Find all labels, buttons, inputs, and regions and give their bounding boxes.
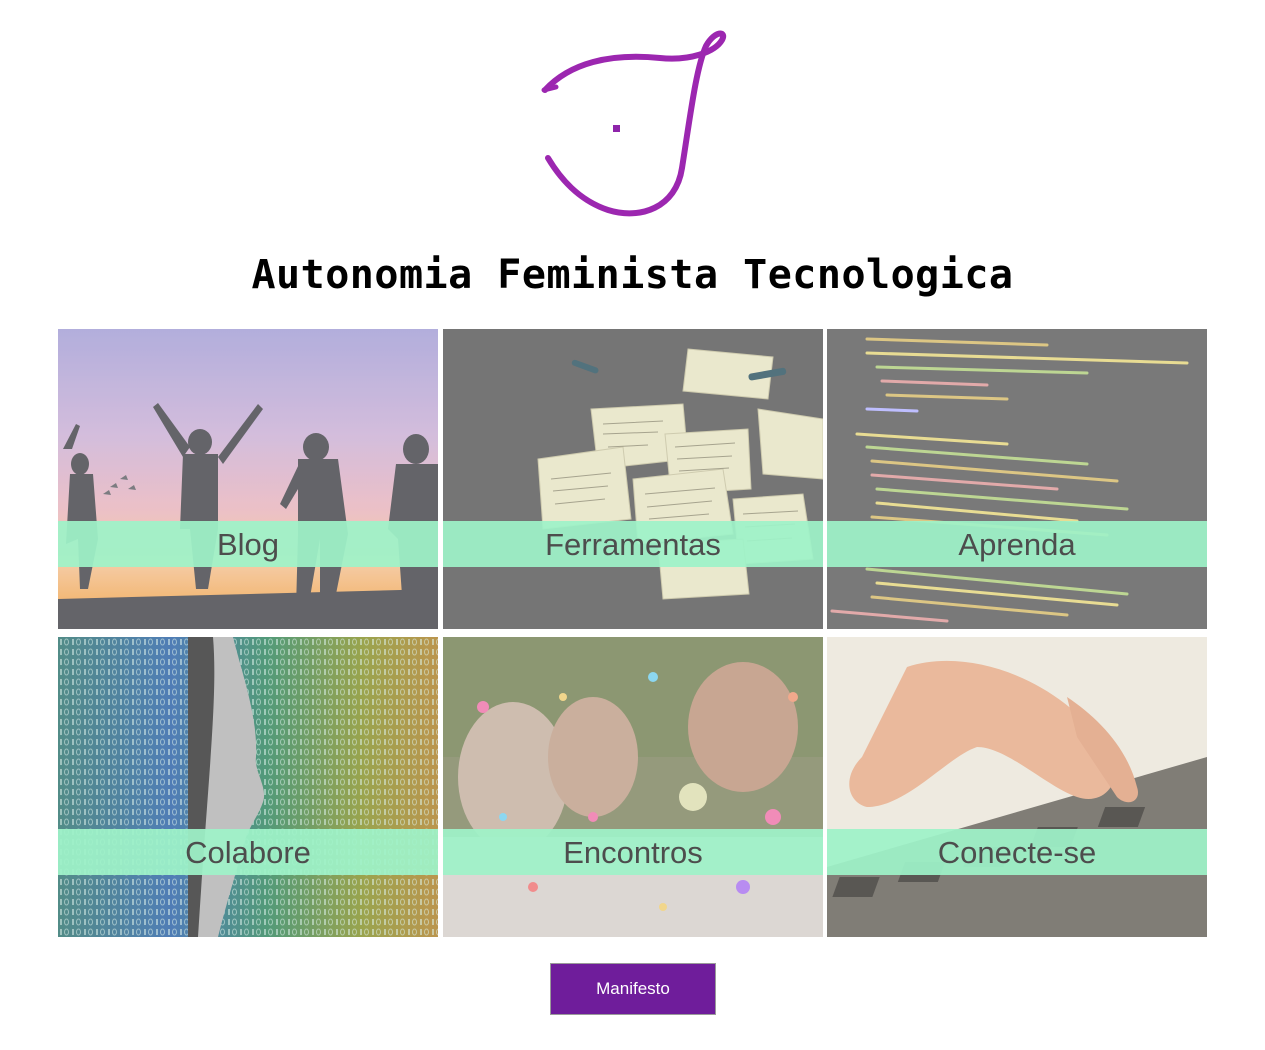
site-title: Autonomia Feminista Tecnologica bbox=[251, 252, 1014, 298]
landing-page: Autonomia Feminista Tecnologica Blog Fer… bbox=[0, 0, 1265, 1050]
tile-blog[interactable]: Blog bbox=[58, 329, 438, 629]
tile-label-band: Blog bbox=[58, 521, 438, 567]
confetti-women-image bbox=[443, 637, 823, 937]
tile-label: Conecte-se bbox=[937, 834, 1097, 870]
af-script-logo-icon bbox=[541, 30, 727, 217]
binary-profile-image bbox=[58, 637, 438, 937]
tile-label: Colabore bbox=[185, 834, 311, 870]
tile-colabore[interactable]: Colabore bbox=[58, 637, 438, 937]
tile-ferramentas[interactable]: Ferramentas bbox=[443, 329, 823, 629]
tile-label-band: Aprenda bbox=[827, 521, 1207, 567]
tile-label: Ferramentas bbox=[545, 526, 721, 562]
tile-label-band: Ferramentas bbox=[443, 521, 823, 567]
sticky-notes-image bbox=[443, 329, 823, 629]
tile-label-band: Conecte-se bbox=[827, 829, 1207, 875]
tile-encontros[interactable]: Encontros bbox=[443, 637, 823, 937]
hands-keyboard-image bbox=[827, 637, 1207, 937]
tile-aprenda[interactable]: Aprenda bbox=[827, 329, 1207, 629]
tile-label-band: Encontros bbox=[443, 829, 823, 875]
tile-label: Blog bbox=[216, 526, 280, 562]
tile-label: Encontros bbox=[563, 834, 703, 870]
silhouettes-sunset-image bbox=[58, 329, 438, 629]
source-code-image bbox=[827, 329, 1207, 629]
tile-label-band: Colabore bbox=[58, 829, 438, 875]
tile-label: Aprenda bbox=[958, 526, 1076, 562]
tile-conecte-se[interactable]: Conecte-se bbox=[827, 637, 1207, 937]
manifesto-button[interactable]: Manifesto bbox=[550, 963, 716, 1015]
